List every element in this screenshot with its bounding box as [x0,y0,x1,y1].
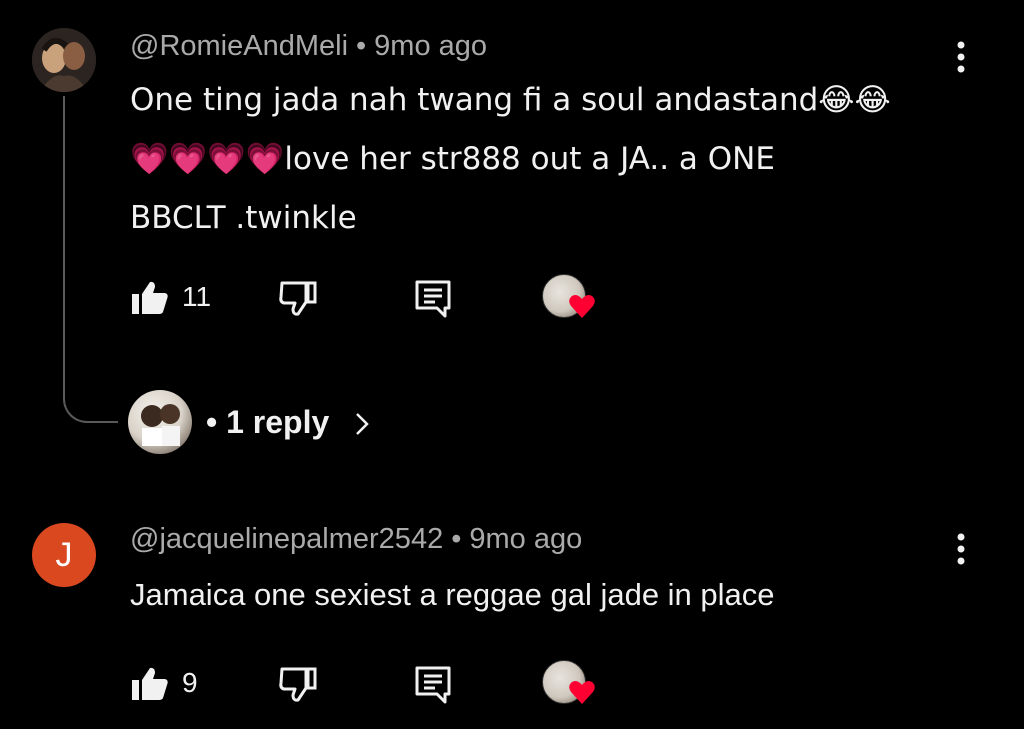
like-button[interactable] [130,664,170,704]
comment-line: BBCLT .twinkle [130,200,357,236]
author-name[interactable]: @jacquelinepalmer2542 [130,523,443,555]
avatar-photo [32,28,96,92]
reply-button[interactable] [413,278,453,318]
comment-line: 💗💗💗💗love her str888 out a JA.. a ONE [130,141,775,177]
dislike-button[interactable] [278,278,318,318]
meta-separator: • [356,30,367,62]
dislike-button[interactable] [278,664,318,704]
comment-text: One ting jada nah twang fi a soul andast… [130,71,891,248]
comment-actions: 11 [0,272,1024,322]
meta-separator: • [451,523,462,555]
comment-actions: 9 [0,658,1024,708]
heart-icon [569,681,595,704]
comment-line: One ting jada nah twang fi a soul andast… [130,82,891,118]
thread-connector [63,96,118,423]
comment-line: Jamaica one sexiest a reggae gal jade in… [130,577,775,612]
more-options-icon[interactable] [946,530,976,570]
creator-heart-badge [540,658,598,708]
like-button[interactable] [130,278,170,318]
heart-icon [569,295,595,318]
comment-time: 9mo ago [374,30,488,62]
comment-meta: @jacquelinepalmer2542 • 9mo ago [130,523,582,556]
thumbs-up-icon [132,281,168,314]
view-replies-button[interactable]: • 1 reply [128,390,388,454]
comment-icon [415,280,451,318]
thumbs-down-icon [279,281,317,316]
chevron-right-icon [356,413,369,435]
creator-heart-badge [540,272,598,322]
author-avatar[interactable]: J [32,523,96,587]
comment-item: J @jacquelinepalmer2542 • 9mo ago Jamaica … [0,500,1024,729]
thumbs-up-icon [132,667,168,700]
like-count: 11 [182,281,212,312]
author-name[interactable]: @RomieAndMeli [130,30,348,62]
reply-author-avatar [128,390,192,454]
comment-meta: @RomieAndMeli • 9mo ago [130,30,487,63]
reply-button[interactable] [413,664,453,704]
like-count: 9 [182,667,198,698]
comment-text: Jamaica one sexiest a reggae gal jade in… [130,565,775,624]
author-avatar[interactable] [32,28,96,92]
more-options-icon[interactable] [946,38,976,78]
comment-time: 9mo ago [469,523,583,555]
comment-item: @RomieAndMeli • 9mo ago One ting jada nah … [0,0,1024,480]
thumbs-down-icon [279,667,317,702]
comment-icon [415,666,451,704]
replies-count: • 1 reply [206,404,330,440]
